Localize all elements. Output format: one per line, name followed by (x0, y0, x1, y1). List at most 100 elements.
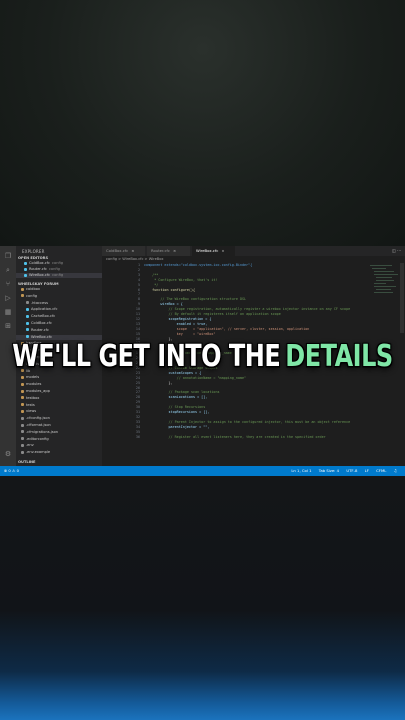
open-editor-item[interactable]: ColdBox.cfc config (16, 261, 102, 266)
file-icon (26, 321, 29, 325)
tree-item[interactable]: coldbox (16, 287, 102, 292)
code-line: stopRecursions = [], (144, 410, 210, 414)
tree-item[interactable]: views (16, 409, 102, 414)
open-editor-item[interactable]: Router.cfc config (16, 267, 102, 272)
line-number: 32 (135, 414, 140, 419)
end-of-line[interactable]: LF (365, 468, 369, 473)
code-line: scanLocations = [], (144, 395, 208, 400)
remote-icon[interactable]: ⊞ (4, 322, 12, 330)
line-number: 10 (135, 307, 140, 312)
line-number: 33 (135, 419, 140, 424)
run-debug-icon[interactable]: ▷ (4, 294, 12, 302)
line-number: 4 (137, 277, 140, 282)
line-number: 2 (137, 267, 140, 272)
line-number: 7 (137, 292, 140, 297)
tree-item[interactable]: modules (16, 382, 102, 387)
editor-tab[interactable]: WireBox.cfc × (192, 246, 236, 256)
tree-item-label: Application.cfc (31, 307, 58, 312)
tree-item[interactable]: .env (16, 443, 102, 448)
tree-item-label: CacheBox.cfc (31, 314, 56, 319)
code-line: */ (144, 282, 159, 287)
outline-header[interactable]: OUTLINE (18, 460, 36, 464)
cfc-file-icon (24, 261, 27, 265)
minimap[interactable] (370, 263, 398, 303)
close-icon[interactable]: × (221, 248, 224, 253)
line-number: 8 (137, 297, 140, 302)
tree-item[interactable]: Router.cfc (16, 328, 102, 333)
tree-item-label: modules (26, 382, 42, 387)
code-line: wireBox = { (144, 302, 183, 307)
tree-item[interactable]: .htaccess (16, 301, 102, 306)
split-editor-icon[interactable]: ◫ ··· (392, 248, 401, 253)
folder-icon (21, 382, 24, 386)
cursor-position[interactable]: Ln 1, Col 1 (291, 468, 311, 473)
tree-item-label: models (26, 375, 40, 380)
tree-item[interactable]: Application.cfc (16, 307, 102, 312)
line-number: 29 (135, 400, 140, 405)
tree-item-label: .env (26, 443, 34, 448)
tree-item[interactable]: tests (16, 403, 102, 408)
open-editor-item[interactable]: WireBox.cfc config (16, 273, 102, 278)
tree-item[interactable]: ColdBox.cfc (16, 321, 102, 326)
tree-item[interactable]: modules_app (16, 389, 102, 394)
video-background-bottom (0, 476, 405, 720)
editor-tab[interactable]: ColdBox.cfc × (102, 246, 146, 256)
editor-tab[interactable]: Router.cfc × (147, 246, 191, 256)
tree-item-label: views (26, 409, 37, 414)
tree-item[interactable]: .editorconfig (16, 437, 102, 442)
folder-icon (21, 403, 24, 407)
extensions-icon[interactable]: ▦ (4, 308, 12, 316)
tree-item[interactable]: .env.example (16, 450, 102, 455)
close-icon[interactable]: × (131, 248, 134, 253)
breadcrumb[interactable]: config > WireBox.cfc > WireBox (106, 257, 163, 261)
file-encoding[interactable]: UTF-8 (346, 468, 357, 473)
language-mode[interactable]: CFML (376, 468, 386, 473)
tree-item-label: testbox (26, 395, 40, 400)
code-line: // By default it registeres itself on ap… (144, 312, 281, 316)
problems-indicator[interactable]: ⊗ 0 ⚠ 0 (4, 466, 19, 476)
tab-label: ColdBox.cfc (106, 248, 129, 253)
code-line: // Register all event listeners here, th… (144, 434, 326, 439)
explorer-title: EXPLORER (22, 249, 45, 254)
tree-item[interactable]: CacheBox.cfc (16, 314, 102, 319)
tab-label: Router.cfc (151, 248, 170, 253)
code-line: key = "wireBox" (144, 331, 216, 336)
close-icon[interactable]: × (173, 248, 176, 253)
video-background-top (0, 0, 405, 246)
line-number: 12 (135, 316, 140, 321)
code-line: scope = "application", // server, cluste… (144, 326, 310, 331)
settings-gear-icon[interactable]: ⚙ (4, 450, 12, 458)
editor-tabs: ColdBox.cfc × Router.cfc × WireBox.cfc × ◫ ··… (102, 246, 405, 256)
tree-item[interactable]: .cfmigrations.json (16, 430, 102, 435)
notifications-icon[interactable]: ♫ (394, 468, 397, 473)
workspace-header[interactable]: WHEELSKAY FORUM (18, 282, 59, 286)
code-line: /** (144, 272, 159, 277)
tree-item[interactable]: .cfconfig.json (16, 416, 102, 421)
source-control-icon[interactable]: ⑂ (4, 280, 12, 288)
indentation[interactable]: Tab Size: 4 (319, 468, 339, 473)
file-icon (26, 301, 29, 305)
tree-item[interactable]: .cfformat.json (16, 423, 102, 428)
folder-icon (21, 389, 24, 393)
tree-item[interactable]: testbox (16, 396, 102, 401)
tree-item[interactable]: models (16, 375, 102, 380)
vertical-scrollbar[interactable] (400, 263, 404, 333)
search-icon[interactable]: ⌕ (4, 266, 12, 274)
folder-icon (21, 287, 24, 291)
code-line: parentInjector = "", (144, 424, 210, 429)
tree-item[interactable]: config (16, 294, 102, 299)
line-number: 35 (135, 429, 140, 434)
folder-icon (21, 396, 24, 400)
line-number: 6 (137, 287, 140, 292)
open-editors-header[interactable]: OPEN EDITORS (18, 256, 48, 260)
line-number: 31 (135, 410, 140, 414)
tree-item-label: config (26, 293, 37, 298)
line-number: 9 (137, 302, 140, 307)
open-editor-name: WireBox.cfc (29, 273, 51, 277)
folder-icon (21, 375, 24, 379)
status-bar: ⊗ 0 ⚠ 0 Ln 1, Col 1 Tab Size: 4 UTF-8 LF… (0, 466, 405, 476)
caption-white: WE'LL GET INTO THE (12, 338, 281, 374)
file-icon (21, 437, 24, 441)
files-icon[interactable]: ❐ (4, 252, 12, 260)
line-number: 3 (137, 272, 140, 277)
